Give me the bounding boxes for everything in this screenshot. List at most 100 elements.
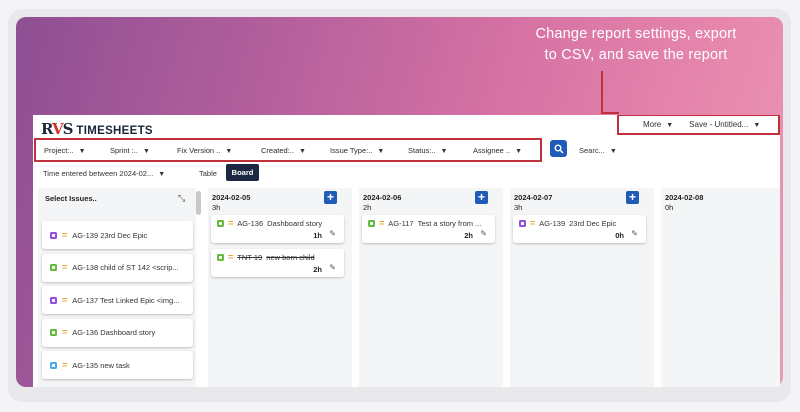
view-board-button[interactable]: Board [226, 164, 259, 181]
chevron-down-icon: ▼ [666, 122, 674, 129]
chevron-down-icon: ▼ [142, 148, 150, 155]
filter-label: Fix Version .. [177, 146, 221, 155]
worklog-row: = AG-136 Dashboard story [217, 219, 322, 228]
filter-label: Project:.. [44, 146, 74, 155]
callout-line-1: Change report settings, export [535, 26, 737, 42]
pencil-icon[interactable]: ✎ [631, 229, 638, 238]
collapse-icon[interactable]: ⤡ [178, 193, 185, 204]
filter-label: Issue Type:.. [330, 146, 373, 155]
filter-label: Sprint :.. [110, 146, 138, 155]
priority-medium-icon: = [62, 294, 68, 305]
worklog-card[interactable]: = AG-117 Test a story from ... 2h ✎ [362, 215, 495, 243]
chevron-down-icon: ▼ [298, 148, 306, 155]
list-item[interactable]: = AG-138 child of ST 142 <scrip... [42, 253, 193, 282]
priority-medium-icon: = [530, 218, 536, 228]
search-button[interactable] [550, 140, 567, 157]
pencil-icon[interactable]: ✎ [480, 229, 487, 238]
pencil-icon[interactable]: ✎ [329, 263, 336, 272]
filter-assignee[interactable]: Assignee .. ▼ [473, 146, 522, 155]
chevron-down-icon: ▼ [377, 148, 385, 155]
save-dropdown[interactable]: Save - Untitled... ▼ [689, 120, 760, 129]
column-total: 2h [363, 203, 372, 212]
chevron-down-icon: ▼ [515, 148, 523, 155]
view-table-button[interactable]: Table [199, 169, 217, 178]
chevron-down-icon: ▼ [440, 148, 448, 155]
column-total: 3h [514, 203, 523, 212]
worklog-card[interactable]: = AG-139 23rd Dec Epic 0h ✎ [513, 215, 646, 243]
chevron-down-icon: ▼ [78, 148, 86, 155]
filter-label: Assignee .. [473, 146, 511, 155]
worklog-issue-key: AG-139 [539, 219, 566, 228]
filter-issue-type[interactable]: Issue Type:.. ▼ [330, 146, 384, 155]
list-item[interactable]: = AG-136 Dashboard story [42, 318, 193, 347]
filters-highlight: Project:.. ▼ Sprint :.. ▼ Fix Version .. ▼ … [34, 138, 542, 162]
list-item[interactable]: = AG-139 23rd Dec Epic [42, 221, 193, 249]
priority-medium-icon: = [379, 218, 385, 228]
column-date: 2024-02-08 [665, 193, 704, 202]
issue-text: AG-137 Test Linked Epic <img... [72, 295, 180, 305]
worklog-issue-title: Test a story from ... [417, 219, 482, 228]
priority-medium-icon: = [62, 229, 68, 240]
column-total: 0h [665, 203, 674, 212]
issue-type-icon [50, 231, 57, 239]
app-logo: RVS TIMESHEETS [41, 120, 153, 138]
search-icon [554, 144, 563, 153]
logo-text: TIMESHEETS [76, 125, 153, 137]
callout-line-2: to CSV, and save the report [544, 47, 728, 63]
time-filter-dropdown[interactable]: Time entered between 2024-02... ▼ [43, 169, 165, 178]
issue-text: AG-139 23rd Dec Epic [72, 230, 148, 240]
more-dropdown[interactable]: More ▼ [643, 120, 673, 129]
issues-panel-title: Select Issues.. [45, 194, 97, 203]
issue-type-icon [50, 296, 57, 304]
priority-medium-icon: = [228, 252, 234, 262]
issue-type-icon [50, 329, 57, 336]
timesheets-app: RVS TIMESHEETS More ▼ Save - Untitled... ▼… [33, 115, 780, 387]
board-column: 2024-02-07 3h + = AG-139 23rd Dec Epic 0h ✎ [510, 188, 654, 387]
issue-text: AG-136 Dashboard story [72, 328, 156, 337]
filter-fix-version[interactable]: Fix Version .. ▼ [177, 146, 232, 155]
filter-sprint[interactable]: Sprint :.. ▼ [110, 146, 150, 155]
filter-created[interactable]: Created:.. ▼ [261, 146, 306, 155]
save-label: Save - Untitled... [689, 120, 749, 129]
search-select[interactable]: Searc... ▼ [579, 146, 617, 155]
callout-text: Change report settings, export to CSV, a… [523, 24, 749, 66]
worklog-issue-title: Dashboard story [267, 219, 323, 228]
callout-connector-foot [601, 112, 619, 114]
issue-type-icon [50, 361, 57, 369]
add-worklog-button[interactable]: + [626, 191, 639, 204]
chevron-down-icon: ▼ [753, 122, 761, 129]
issue-type-icon [50, 264, 57, 271]
search-select-label: Searc... [579, 146, 605, 155]
add-worklog-button[interactable]: + [324, 191, 337, 204]
worklog-card[interactable]: = TNT-19 new born child 2h ✎ [211, 249, 344, 277]
chevron-down-icon: ▼ [609, 148, 617, 155]
callout-connector [601, 71, 603, 113]
issue-type-icon [519, 220, 526, 227]
worklog-issue-key: TNT-19 [237, 253, 263, 262]
worklog-row: = TNT-19 new born child [217, 253, 315, 262]
column-date: 2024-02-05 [212, 193, 251, 202]
filter-label: Status:.. [408, 146, 436, 155]
issue-type-icon [368, 220, 375, 227]
chevron-down-icon: ▼ [158, 171, 166, 178]
worklog-time: 2h [464, 231, 473, 240]
column-date: 2024-02-06 [363, 193, 402, 202]
scrollbar[interactable] [196, 191, 201, 215]
filter-status[interactable]: Status:.. ▼ [408, 146, 447, 155]
logo-mark: RVS [41, 120, 73, 138]
time-filter-label: Time entered between 2024-02... [43, 169, 154, 178]
list-item[interactable]: = AG-137 Test Linked Epic <img... [42, 286, 193, 314]
add-worklog-button[interactable]: + [475, 191, 488, 204]
list-item[interactable]: = AG-135 new task [42, 351, 193, 379]
worklog-card[interactable]: = AG-136 Dashboard story 1h ✎ [211, 215, 344, 243]
worklog-row: = AG-139 23rd Dec Epic [519, 219, 616, 228]
worklog-time: 0h [615, 231, 624, 240]
pencil-icon[interactable]: ✎ [329, 229, 336, 238]
filter-project[interactable]: Project:.. ▼ [44, 146, 86, 155]
worklog-issue-title: new born child [266, 253, 315, 262]
issue-text: AG-135 new task [72, 360, 130, 370]
chevron-down-icon: ▼ [225, 148, 233, 155]
worklog-issue-key: AG-136 [237, 219, 264, 228]
issues-panel: Select Issues.. ⤡ = AG-139 23rd Dec Epic =… [38, 188, 196, 387]
filter-label: Created:.. [261, 146, 294, 155]
